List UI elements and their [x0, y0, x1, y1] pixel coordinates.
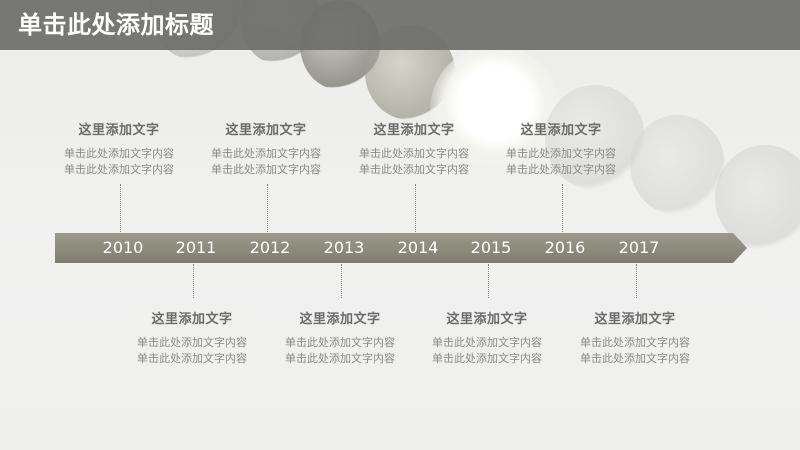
connector-line — [120, 184, 121, 232]
event-description[interactable]: 单击此处添加文字内容 单击此处添加文字内容 — [191, 146, 341, 178]
event-description-line: 单击此处添加文字内容 — [285, 352, 395, 365]
event-description-line: 单击此处添加文字内容 — [211, 163, 321, 176]
event-description-line: 单击此处添加文字内容 — [137, 352, 247, 365]
event-description-line: 单击此处添加文字内容 — [64, 147, 174, 160]
event-description[interactable]: 单击此处添加文字内容 单击此处添加文字内容 — [117, 335, 267, 367]
event-card: 这里添加文字单击此处添加文字内容 单击此处添加文字内容 — [412, 311, 562, 367]
event-description[interactable]: 单击此处添加文字内容 单击此处添加文字内容 — [412, 335, 562, 367]
year-label: 2016 — [544, 238, 586, 257]
event-title[interactable]: 这里添加文字 — [191, 122, 341, 140]
event-card: 这里添加文字单击此处添加文字内容 单击此处添加文字内容 — [44, 122, 194, 178]
bulb-decoration — [630, 115, 725, 215]
year-label: 2015 — [470, 238, 512, 257]
event-title[interactable]: 这里添加文字 — [265, 311, 415, 329]
event-title[interactable]: 这里添加文字 — [560, 311, 710, 329]
event-description[interactable]: 单击此处添加文字内容 单击此处添加文字内容 — [265, 335, 415, 367]
event-card: 这里添加文字单击此处添加文字内容 单击此处添加文字内容 — [191, 122, 341, 178]
event-description[interactable]: 单击此处添加文字内容 单击此处添加文字内容 — [486, 146, 636, 178]
event-description-line: 单击此处添加文字内容 — [359, 163, 469, 176]
connector-line — [636, 264, 637, 298]
event-title[interactable]: 这里添加文字 — [486, 122, 636, 140]
connector-line — [562, 184, 563, 232]
event-description-line: 单击此处添加文字内容 — [359, 147, 469, 160]
year-label: 2012 — [249, 238, 291, 257]
event-card: 这里添加文字单击此处添加文字内容 单击此处添加文字内容 — [117, 311, 267, 367]
connector-line — [193, 264, 194, 298]
event-description-line: 单击此处添加文字内容 — [432, 336, 542, 349]
year-label: 2014 — [397, 238, 439, 257]
year-label: 2010 — [102, 238, 144, 257]
event-description-line: 单击此处添加文字内容 — [211, 147, 321, 160]
connector-line — [415, 184, 416, 232]
event-card: 这里添加文字单击此处添加文字内容 单击此处添加文字内容 — [560, 311, 710, 367]
event-description-line: 单击此处添加文字内容 — [64, 163, 174, 176]
connector-line — [341, 264, 342, 298]
event-description[interactable]: 单击此处添加文字内容 单击此处添加文字内容 — [44, 146, 194, 178]
event-description-line: 单击此处添加文字内容 — [137, 336, 247, 349]
year-label: 2017 — [618, 238, 660, 257]
event-title[interactable]: 这里添加文字 — [339, 122, 489, 140]
event-description-line: 单击此处添加文字内容 — [285, 336, 395, 349]
event-card: 这里添加文字单击此处添加文字内容 单击此处添加文字内容 — [486, 122, 636, 178]
year-label: 2011 — [175, 238, 217, 257]
event-description-line: 单击此处添加文字内容 — [580, 352, 690, 365]
event-description-line: 单击此处添加文字内容 — [506, 163, 616, 176]
event-description[interactable]: 单击此处添加文字内容 单击此处添加文字内容 — [339, 146, 489, 178]
page-title[interactable]: 单击此处添加标题 — [18, 9, 214, 41]
event-card: 这里添加文字单击此处添加文字内容 单击此处添加文字内容 — [339, 122, 489, 178]
event-description-line: 单击此处添加文字内容 — [432, 352, 542, 365]
year-label: 2013 — [323, 238, 365, 257]
event-description-line: 单击此处添加文字内容 — [580, 336, 690, 349]
event-title[interactable]: 这里添加文字 — [412, 311, 562, 329]
event-title[interactable]: 这里添加文字 — [117, 311, 267, 329]
event-description-line: 单击此处添加文字内容 — [506, 147, 616, 160]
connector-line — [267, 184, 268, 232]
event-description[interactable]: 单击此处添加文字内容 单击此处添加文字内容 — [560, 335, 710, 367]
event-title[interactable]: 这里添加文字 — [44, 122, 194, 140]
event-card: 这里添加文字单击此处添加文字内容 单击此处添加文字内容 — [265, 311, 415, 367]
connector-line — [488, 264, 489, 298]
